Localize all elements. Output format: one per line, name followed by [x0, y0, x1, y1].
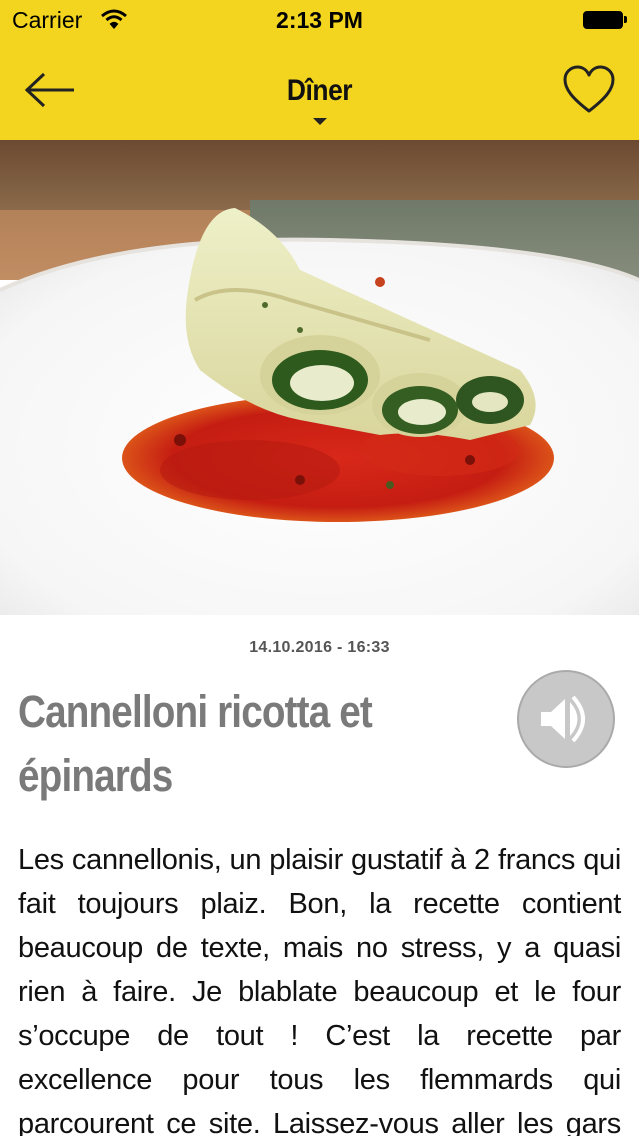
- caret-down-icon[interactable]: [313, 118, 327, 125]
- article-body: Les cannellonis, un plaisir gustatif à 2…: [0, 838, 639, 1136]
- category-title: Dîner: [286, 74, 353, 107]
- dish-photo-image: [0, 140, 639, 615]
- navigation-bar: Dîner: [0, 40, 639, 140]
- publish-date: 14.10.2016 - 16:33: [249, 639, 390, 656]
- recipe-title: Cannelloni ricotta et épinards: [18, 686, 373, 801]
- status-bar: Carrier 2:13 PM: [0, 0, 639, 40]
- speaker-icon: [541, 695, 585, 743]
- recipe-description: Les cannellonis, un plaisir gustatif à 2…: [18, 844, 621, 1136]
- battery-icon: [583, 11, 627, 29]
- recipe-photo: [0, 140, 639, 615]
- app-header: Carrier 2:13 PM Dîner: [0, 0, 639, 140]
- category-dropdown[interactable]: Dîner: [214, 74, 424, 108]
- back-arrow-icon[interactable]: [22, 68, 78, 112]
- audio-play-button[interactable]: [517, 670, 615, 768]
- status-time: 2:13 PM: [276, 7, 363, 33]
- heart-outline-icon[interactable]: [562, 64, 616, 116]
